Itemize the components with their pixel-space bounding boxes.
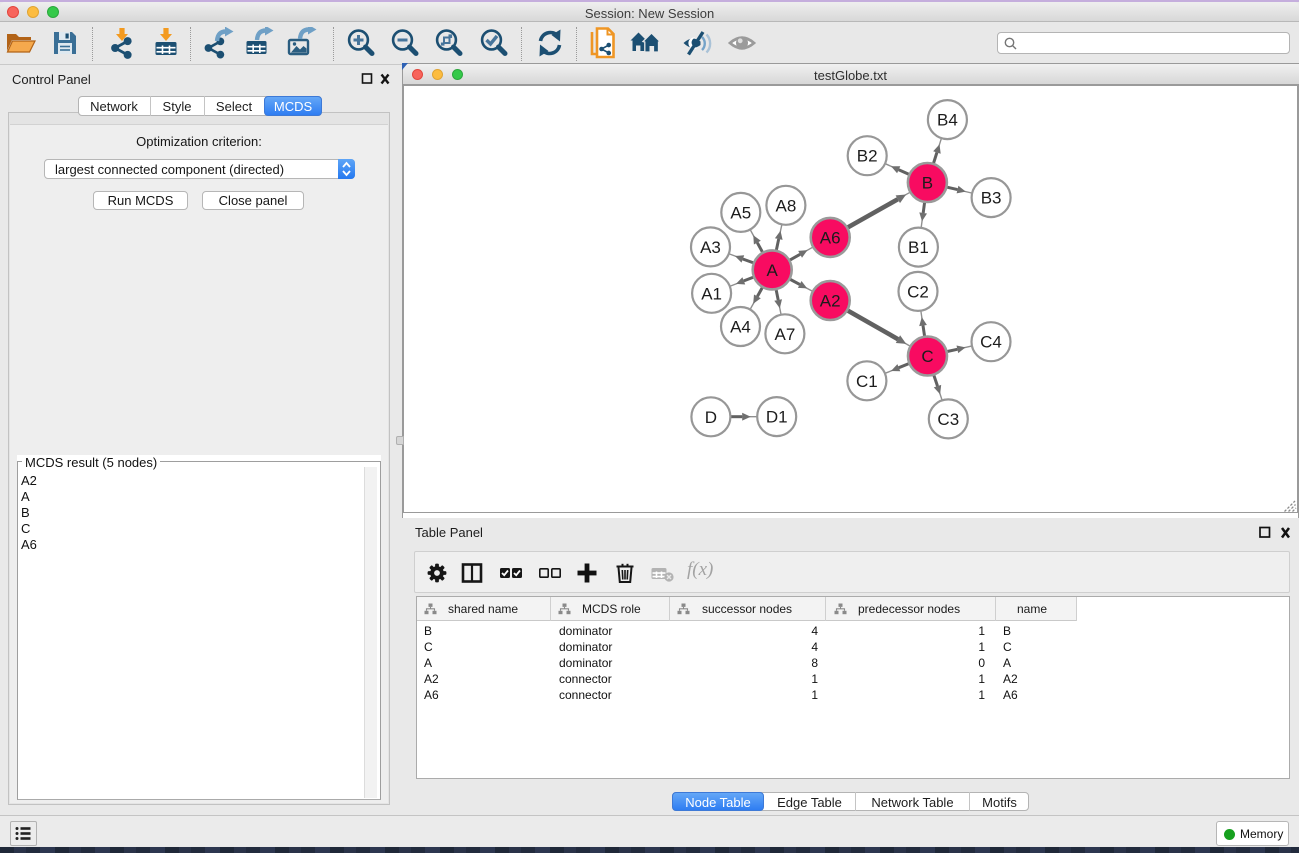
svg-text:D1: D1 (766, 408, 788, 427)
svg-text:C2: C2 (907, 282, 929, 301)
svg-text:A5: A5 (730, 203, 751, 222)
svg-text:C4: C4 (980, 333, 1002, 352)
svg-text:A4: A4 (730, 318, 751, 337)
svg-text:C: C (921, 347, 933, 366)
svg-text:C1: C1 (856, 372, 878, 391)
svg-text:A7: A7 (775, 325, 796, 344)
svg-text:A1: A1 (701, 284, 722, 303)
svg-text:A3: A3 (700, 238, 721, 257)
svg-text:D: D (705, 408, 717, 427)
svg-text:B2: B2 (857, 147, 878, 166)
svg-text:A: A (767, 261, 779, 280)
svg-text:A2: A2 (820, 292, 841, 311)
svg-text:A8: A8 (776, 196, 797, 215)
svg-text:B3: B3 (981, 189, 1002, 208)
svg-text:C3: C3 (937, 410, 959, 429)
svg-text:B1: B1 (908, 238, 929, 257)
svg-text:B4: B4 (937, 111, 958, 130)
svg-text:B: B (922, 174, 933, 193)
svg-text:A6: A6 (820, 228, 841, 247)
